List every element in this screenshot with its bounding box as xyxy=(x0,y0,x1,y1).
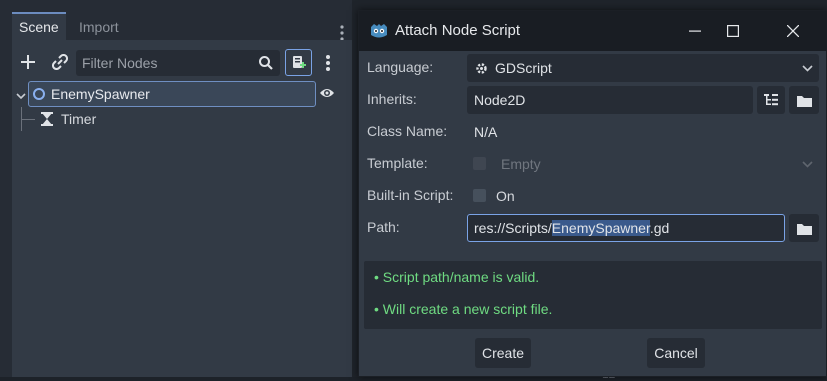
template-label: Template: xyxy=(367,155,428,171)
path-suffix: .gd xyxy=(649,220,670,236)
folder-icon xyxy=(796,223,812,235)
tree-icon xyxy=(764,94,778,106)
attach-node-script-dialog: Attach Node Script Language: GDScript In… xyxy=(358,10,827,377)
more-icon xyxy=(326,55,330,71)
dialog-titlebar[interactable]: Attach Node Script xyxy=(359,11,827,51)
validation-panel: • Script path/name is valid. • Will crea… xyxy=(364,261,822,329)
builtin-script-value: On xyxy=(496,188,515,204)
chevron-down-icon[interactable] xyxy=(16,88,26,104)
tab-scene[interactable]: Scene xyxy=(12,12,66,40)
timer-icon xyxy=(41,112,53,126)
dialog-title: Attach Node Script xyxy=(395,22,521,39)
builtin-script-checkbox[interactable] xyxy=(473,189,486,202)
gdscript-icon xyxy=(476,63,487,74)
path-prefix: res://Scripts/ xyxy=(474,220,552,236)
close-button[interactable] xyxy=(769,11,817,51)
scene-panel: EnemySpawner Timer xyxy=(12,40,352,377)
maximize-icon xyxy=(727,25,739,37)
add-icon xyxy=(21,55,35,69)
close-icon xyxy=(787,25,799,37)
builtin-script-label: Built-in Script: xyxy=(367,187,454,203)
scene-tree: EnemySpawner Timer xyxy=(12,80,352,377)
template-value: Empty xyxy=(501,156,541,172)
node2d-icon xyxy=(33,88,45,100)
chevron-down-icon xyxy=(802,161,813,168)
inherits-browse-button[interactable] xyxy=(789,86,819,114)
scene-dock: Scene Import Filter Nodes EnemySpawner T… xyxy=(0,0,352,377)
filter-nodes-box xyxy=(76,50,280,76)
folder-icon xyxy=(796,95,812,107)
class-name-value: N/A xyxy=(474,124,498,140)
tree-item-label: Timer xyxy=(61,111,97,127)
path-selection: EnemySpawner xyxy=(551,220,650,236)
status-message: • Script path/name is valid. xyxy=(374,269,540,285)
language-label: Language: xyxy=(367,59,434,75)
search-icon xyxy=(259,56,273,70)
tree-item-label: EnemySpawner xyxy=(51,86,150,102)
maximize-button[interactable] xyxy=(709,11,757,51)
template-checkbox[interactable] xyxy=(473,157,486,170)
instance-scene-button[interactable] xyxy=(46,48,74,76)
tree-connector xyxy=(21,119,35,120)
chevron-down-icon xyxy=(802,65,813,72)
inherits-input[interactable]: Node2D xyxy=(467,86,753,114)
language-value: GDScript xyxy=(495,60,552,76)
template-select[interactable]: Empty xyxy=(493,150,819,178)
language-select[interactable]: GDScript xyxy=(467,54,819,82)
attach-script-icon xyxy=(292,55,306,68)
add-node-button[interactable] xyxy=(14,48,42,76)
tab-import[interactable]: Import xyxy=(72,14,126,40)
more-options-button[interactable] xyxy=(318,50,338,76)
class-name-label: Class Name: xyxy=(367,123,448,139)
path-input[interactable]: res://Scripts/EnemySpawner.gd xyxy=(467,214,785,242)
inherits-tree-button[interactable] xyxy=(757,86,785,114)
cancel-button[interactable]: Cancel xyxy=(647,338,705,368)
godot-logo xyxy=(371,24,387,38)
create-button[interactable]: Create xyxy=(475,338,531,368)
status-message: • Will create a new script file. xyxy=(374,301,553,317)
path-label: Path: xyxy=(367,219,400,235)
path-browse-button[interactable] xyxy=(789,214,819,242)
link-icon xyxy=(52,54,68,70)
attach-script-button[interactable] xyxy=(285,49,312,76)
dock-tabs: Scene Import xyxy=(0,10,352,41)
minimize-icon xyxy=(689,30,701,32)
path-value: res://Scripts/EnemySpawner.gd xyxy=(474,215,669,241)
scene-toolbar xyxy=(12,44,352,76)
inherits-label: Inherits: xyxy=(367,91,417,107)
visibility-icon[interactable] xyxy=(319,86,335,100)
tree-item-enemyspawner[interactable]: EnemySpawner xyxy=(16,81,316,107)
filter-nodes-input[interactable] xyxy=(82,50,252,76)
